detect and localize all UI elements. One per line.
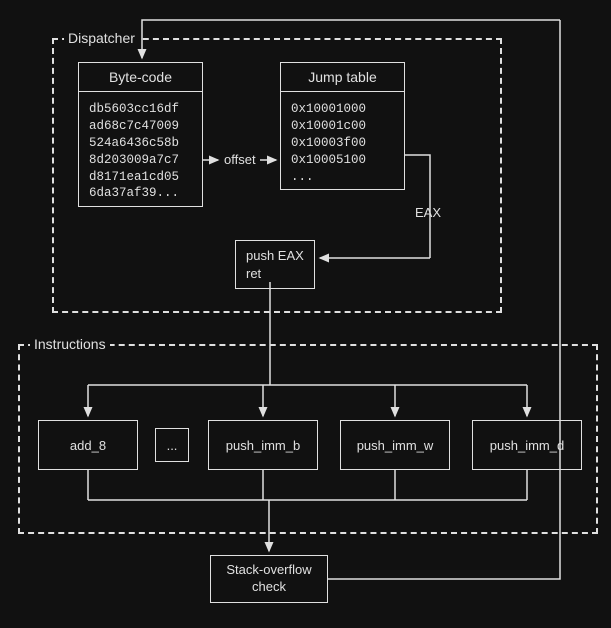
bytecode-box: Byte-code db5603cc16df ad68c7c47009 524a…: [78, 62, 203, 207]
push-imm-w-box: push_imm_w: [340, 420, 450, 470]
bytecode-lines: db5603cc16df ad68c7c47009 524a6436c58b 8…: [79, 95, 202, 206]
push-imm-d-text: push_imm_d: [490, 438, 564, 453]
eax-label: EAX: [413, 205, 443, 220]
ellipsis-text: ...: [167, 438, 178, 453]
offset-label: offset: [222, 152, 258, 167]
stack-check-box: Stack-overflow check: [210, 555, 328, 603]
stack-check-text: Stack-overflow check: [226, 562, 311, 596]
ellipsis-box: ...: [155, 428, 189, 462]
jumptable-box: Jump table 0x10001000 0x10001c00 0x10003…: [280, 62, 405, 190]
push-imm-b-text: push_imm_b: [226, 438, 300, 453]
push-imm-d-box: push_imm_d: [472, 420, 582, 470]
pushret-text: push EAX ret: [246, 248, 304, 281]
add8-text: add_8: [70, 438, 106, 453]
bytecode-title: Byte-code: [79, 63, 202, 92]
instructions-label: Instructions: [30, 336, 110, 352]
dispatcher-label: Dispatcher: [64, 30, 139, 46]
push-imm-w-text: push_imm_w: [357, 438, 434, 453]
jumptable-lines: 0x10001000 0x10001c00 0x10003f00 0x10005…: [281, 95, 404, 189]
jumptable-title: Jump table: [281, 63, 404, 92]
add8-box: add_8: [38, 420, 138, 470]
push-imm-b-box: push_imm_b: [208, 420, 318, 470]
pushret-box: push EAX ret: [235, 240, 315, 289]
